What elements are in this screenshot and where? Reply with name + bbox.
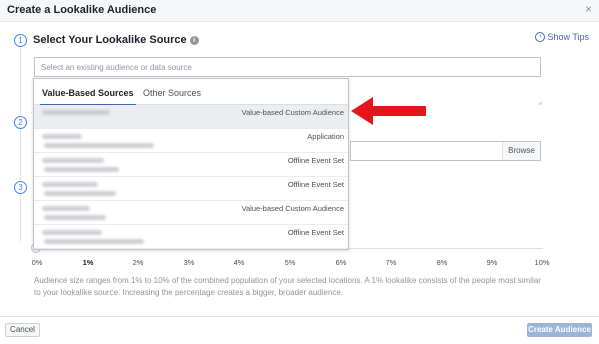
step-connector <box>20 130 21 180</box>
source-section-title-text: Select Your Lookalike Source <box>33 34 187 46</box>
slider-label-selected: 1% <box>82 258 94 267</box>
cancel-button[interactable]: Cancel <box>5 323 40 337</box>
source-dropdown: Value-Based Sources Other Sources Value-… <box>33 78 349 250</box>
slider-label: 3% <box>183 258 195 267</box>
slider-label: 6% <box>335 258 347 267</box>
location-field-edge <box>539 102 542 105</box>
slider-label: 4% <box>233 258 245 267</box>
source-option[interactable]: Value-based Custom Audience <box>34 105 348 129</box>
source-type: Offline Event Set <box>287 180 344 189</box>
tab-other-sources[interactable]: Other Sources <box>143 88 201 98</box>
chevron-left-circle-icon: ‹ <box>535 32 546 42</box>
source-type: Value-based Custom Audience <box>241 108 344 117</box>
step-2-indicator: 2 <box>14 116 27 129</box>
source-option[interactable]: Offline Event Set <box>34 153 348 177</box>
redacted-source-name <box>44 215 106 220</box>
step-connector <box>20 195 21 241</box>
source-tabs: Value-Based Sources Other Sources <box>34 79 348 106</box>
source-search-input[interactable]: Select an existing audience or data sour… <box>34 57 541 77</box>
show-tips-label: Show Tips <box>547 32 589 42</box>
audience-size-help-text: Audience size ranges from 1% to 10% of t… <box>34 276 541 297</box>
redacted-source-name <box>44 143 154 148</box>
create-audience-button[interactable]: Create Audience <box>527 323 592 337</box>
source-type: Offline Event Set <box>287 156 344 165</box>
slider-label: 10% <box>534 258 550 267</box>
redacted-source-name <box>44 191 116 196</box>
source-option[interactable]: Offline Event Set <box>34 177 348 201</box>
redacted-source-name <box>42 158 104 163</box>
browse-button[interactable]: Browse <box>502 142 540 160</box>
source-type: Value-based Custom Audience <box>241 204 344 213</box>
close-icon[interactable]: × <box>585 3 592 15</box>
slider-label: 9% <box>486 258 498 267</box>
footer-divider <box>0 316 599 317</box>
info-icon[interactable]: i <box>189 36 199 45</box>
slider-label: 7% <box>385 258 397 267</box>
source-type: Application <box>307 132 344 141</box>
source-type: Offline Event Set <box>287 228 344 237</box>
step-connector <box>20 48 21 115</box>
redacted-source-name <box>42 230 102 235</box>
dialog-header: Create a Lookalike Audience × <box>0 0 599 22</box>
source-option[interactable]: Application <box>34 129 348 153</box>
redacted-source-name <box>42 110 110 115</box>
step-1-indicator: 1 <box>14 34 27 47</box>
slider-label: 5% <box>284 258 296 267</box>
redacted-source-name <box>44 239 144 244</box>
slider-label: 2% <box>132 258 144 267</box>
redacted-source-name <box>44 167 119 172</box>
source-section-title: Select Your Lookalike Source i <box>33 34 199 46</box>
redacted-source-name <box>42 134 82 139</box>
show-tips-link[interactable]: ‹ Show Tips <box>535 32 589 42</box>
slider-label: 8% <box>436 258 448 267</box>
redacted-source-name <box>42 182 98 187</box>
redacted-source-name <box>42 206 90 211</box>
annotation-arrow-icon <box>351 97 426 125</box>
source-option[interactable]: Value-based Custom Audience <box>34 201 348 225</box>
step-3-indicator: 3 <box>14 181 27 194</box>
source-option[interactable]: Offline Event Set <box>34 225 348 249</box>
dialog-title: Create a Lookalike Audience <box>7 4 157 16</box>
tab-value-based-sources[interactable]: Value-Based Sources <box>40 88 136 106</box>
location-input[interactable]: Browse <box>350 141 541 161</box>
slider-label: 0% <box>31 258 43 267</box>
